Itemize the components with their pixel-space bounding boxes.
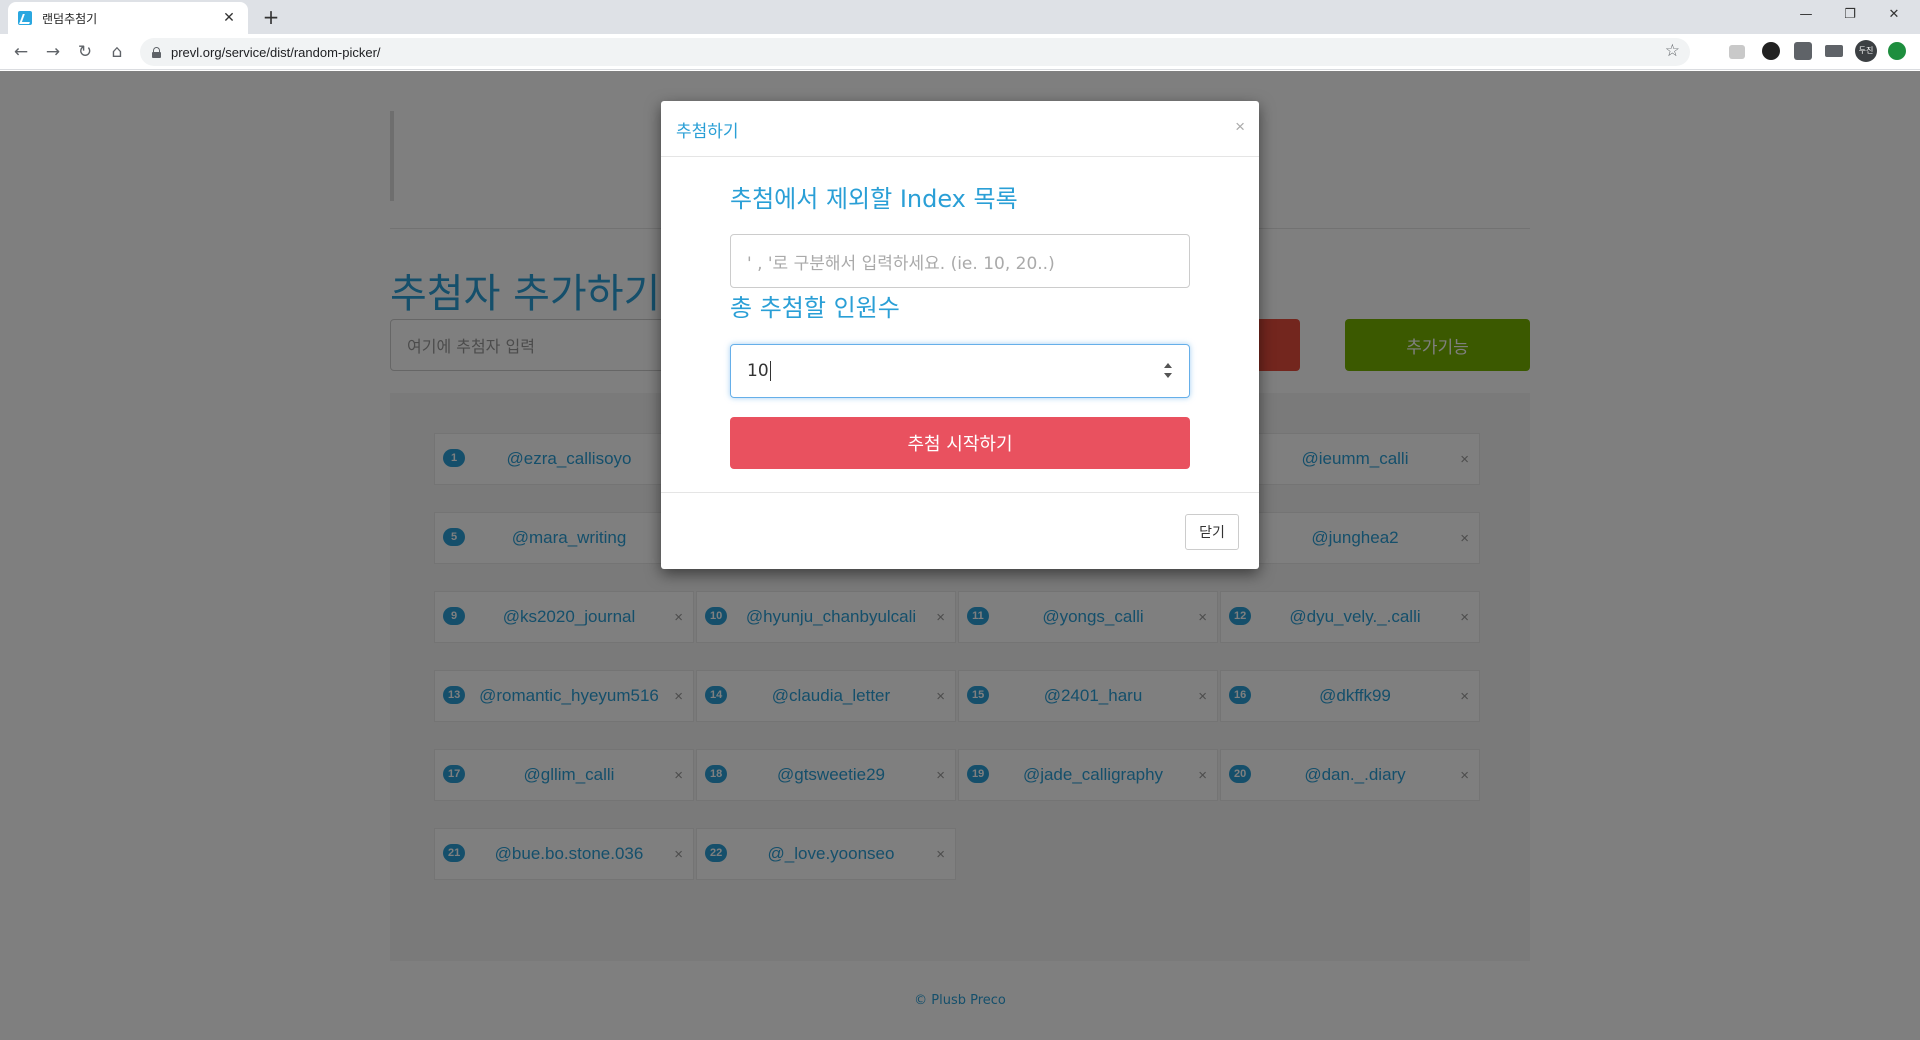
modal-header: 추첨하기 × [661,101,1259,157]
minimize-button[interactable]: — [1786,4,1826,26]
cast-extension-icon[interactable] [1729,45,1745,59]
tab-close-icon[interactable]: ✕ [220,10,238,26]
home-icon[interactable]: ⌂ [106,41,128,63]
profile-avatar[interactable]: 두진 [1855,40,1877,62]
start-draw-button[interactable]: 추첨 시작하기 [730,417,1190,469]
number-spinner-icon[interactable] [1163,361,1173,383]
forward-icon[interactable]: → [42,41,64,63]
url-text[interactable]: prevl.org/service/dist/random-picker/ [171,45,381,60]
draw-count-value: 10 [747,361,769,381]
reading-list-icon[interactable] [1825,45,1843,57]
shield-extension-icon[interactable] [1762,42,1780,60]
browser-tab-bar: 랜덤추첨기 ✕ + — ❐ ✕ [0,0,1920,34]
modal-footer: 닫기 [661,492,1259,569]
text-caret [769,361,771,381]
modal-body: 추첨에서 제외할 Index 목록 ' , '로 구분해서 입력하세요. (ie… [661,157,1259,492]
browser-tab[interactable]: 랜덤추첨기 ✕ [8,2,248,34]
draw-count-input[interactable]: 10 [730,344,1190,398]
lock-icon[interactable] [152,46,161,58]
draw-modal: 추첨하기 × 추첨에서 제외할 Index 목록 ' , '로 구분해서 입력하… [661,101,1259,569]
window-close-button[interactable]: ✕ [1874,4,1914,26]
reload-icon[interactable]: ↻ [74,41,96,63]
draw-count-label: 총 추첨할 인원수 [730,294,900,322]
new-tab-button[interactable]: + [260,6,282,28]
browser-toolbar: ← → ↻ ⌂ prevl.org/service/dist/random-pi… [0,34,1920,70]
address-bar[interactable]: prevl.org/service/dist/random-picker/ ☆ [140,38,1690,66]
tab-title: 랜덤추첨기 [42,11,98,26]
exclude-index-label: 추첨에서 제외할 Index 목록 [730,185,1018,213]
update-icon[interactable] [1888,42,1906,60]
restore-button[interactable]: ❐ [1830,4,1870,26]
back-icon[interactable]: ← [10,41,32,63]
exclude-index-input[interactable]: ' , '로 구분해서 입력하세요. (ie. 10, 20..) [730,234,1190,288]
site-favicon-icon [18,11,32,25]
bookmark-star-icon[interactable]: ☆ [1665,41,1680,61]
modal-title: 추첨하기 [676,122,739,142]
modal-close-button[interactable]: 닫기 [1185,514,1239,550]
puzzle-extensions-icon[interactable] [1794,42,1812,60]
modal-close-icon[interactable]: × [1235,117,1245,137]
